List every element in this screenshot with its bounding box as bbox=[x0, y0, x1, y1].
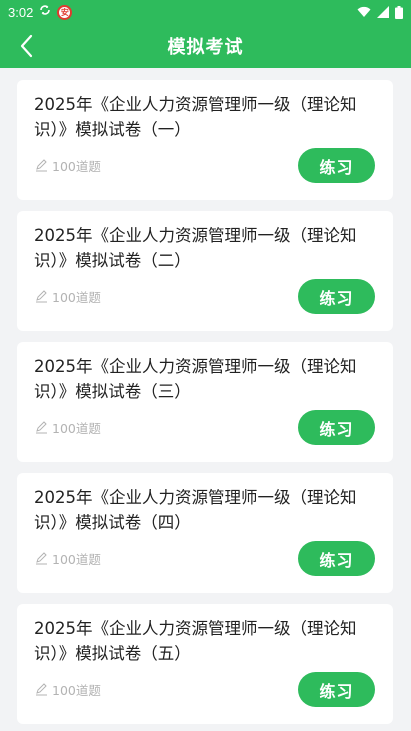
paper-card-1[interactable]: 2025年《企业人力资源管理师一级（理论知识）》模拟试卷（一） 100道题 练习 bbox=[17, 80, 393, 200]
edit-icon bbox=[36, 290, 47, 303]
question-count: 100道题 bbox=[35, 156, 101, 175]
practice-button[interactable]: 练习 bbox=[298, 410, 375, 445]
edit-icon bbox=[36, 683, 47, 696]
status-bar: 3:02 安 bbox=[0, 0, 411, 24]
question-count-label: 100道题 bbox=[52, 290, 101, 305]
app-header: 3:02 安 模拟考试 bbox=[0, 0, 411, 68]
edit-icon bbox=[36, 159, 47, 172]
question-count: 100道题 bbox=[35, 680, 101, 699]
status-time: 3:02 bbox=[8, 4, 34, 20]
paper-card-2[interactable]: 2025年《企业人力资源管理师一级（理论知识）》模拟试卷（二） 100道题 练习 bbox=[17, 211, 393, 331]
battery-icon bbox=[395, 5, 403, 19]
practice-button[interactable]: 练习 bbox=[298, 541, 375, 576]
edit-icon bbox=[36, 421, 47, 434]
edit-icon bbox=[36, 552, 47, 565]
wifi-icon bbox=[357, 6, 371, 18]
back-button[interactable] bbox=[12, 32, 40, 60]
page-title: 模拟考试 bbox=[167, 37, 244, 58]
question-count: 100道题 bbox=[35, 287, 101, 306]
chevron-left-icon bbox=[20, 34, 33, 58]
app-notification-icon: 安 bbox=[57, 4, 73, 20]
paper-list: 2025年《企业人力资源管理师一级（理论知识）》模拟试卷（一） 100道题 练习… bbox=[0, 68, 411, 724]
practice-button[interactable]: 练习 bbox=[298, 672, 375, 707]
practice-button[interactable]: 练习 bbox=[298, 148, 375, 183]
paper-card-5[interactable]: 2025年《企业人力资源管理师一级（理论知识）》模拟试卷（五） 100道题 练习 bbox=[17, 604, 393, 724]
practice-button[interactable]: 练习 bbox=[298, 279, 375, 314]
paper-card-4[interactable]: 2025年《企业人力资源管理师一级（理论知识）》模拟试卷（四） 100道题 练习 bbox=[17, 473, 393, 593]
paper-title: 2025年《企业人力资源管理师一级（理论知识）》模拟试卷（四） bbox=[34, 488, 357, 532]
paper-title: 2025年《企业人力资源管理师一级（理论知识）》模拟试卷（一） bbox=[34, 95, 357, 139]
paper-title: 2025年《企业人力资源管理师一级（理论知识）》模拟试卷（五） bbox=[34, 619, 357, 663]
question-count: 100道题 bbox=[35, 418, 101, 437]
sync-icon bbox=[39, 4, 51, 20]
question-count-label: 100道题 bbox=[52, 683, 101, 698]
paper-title: 2025年《企业人力资源管理师一级（理论知识）》模拟试卷（三） bbox=[34, 357, 357, 401]
question-count: 100道题 bbox=[35, 549, 101, 568]
paper-title: 2025年《企业人力资源管理师一级（理论知识）》模拟试卷（二） bbox=[34, 226, 357, 270]
question-count-label: 100道题 bbox=[52, 159, 101, 174]
signal-icon bbox=[377, 6, 389, 18]
paper-card-3[interactable]: 2025年《企业人力资源管理师一级（理论知识）》模拟试卷（三） 100道题 练习 bbox=[17, 342, 393, 462]
question-count-label: 100道题 bbox=[52, 552, 101, 567]
question-count-label: 100道题 bbox=[52, 421, 101, 436]
nav-bar: 模拟考试 bbox=[0, 24, 411, 68]
